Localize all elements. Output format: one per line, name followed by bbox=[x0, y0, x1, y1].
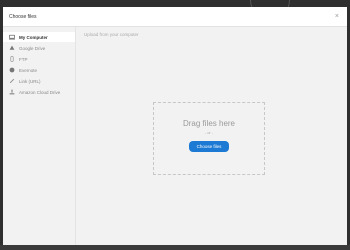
dialog-body: My Computer Google Drive FTP Evernote Li… bbox=[3, 27, 347, 250]
evernote-icon bbox=[8, 67, 15, 74]
close-button[interactable]: × bbox=[335, 13, 339, 20]
file-picker-dialog: Choose files × My Computer Google Drive bbox=[3, 7, 347, 250]
source-sidebar: My Computer Google Drive FTP Evernote Li… bbox=[3, 27, 76, 250]
sidebar-item-label: Link (URL) bbox=[19, 78, 41, 84]
sidebar-item-label: FTP bbox=[19, 56, 28, 62]
sidebar-item-link-url[interactable]: Link (URL) bbox=[3, 76, 75, 86]
choose-files-button[interactable]: Choose files bbox=[188, 141, 230, 152]
or-separator: - or - bbox=[204, 130, 214, 135]
sidebar-item-ftp[interactable]: FTP bbox=[3, 54, 75, 64]
google-drive-icon bbox=[8, 45, 15, 52]
sidebar-item-amazon-cloud-drive[interactable]: Amazon Cloud Drive bbox=[3, 87, 75, 97]
sidebar-item-label: Evernote bbox=[19, 67, 38, 73]
sidebar-item-google-drive[interactable]: Google Drive bbox=[3, 43, 75, 53]
upload-panel: Upload from your computer Drag files her… bbox=[76, 27, 347, 250]
sidebar-item-label: Google Drive bbox=[19, 45, 46, 51]
drop-zone[interactable]: Drag files here - or - Choose files bbox=[153, 102, 265, 175]
sidebar-item-my-computer[interactable]: My Computer bbox=[3, 32, 75, 42]
ftp-icon bbox=[8, 56, 15, 63]
sidebar-item-evernote[interactable]: Evernote bbox=[3, 65, 75, 75]
amazon-cloud-drive-icon bbox=[8, 89, 15, 96]
dialog-title: Choose files bbox=[9, 13, 37, 20]
page-bottom-bar bbox=[0, 245, 350, 250]
panel-subtitle: Upload from your computer bbox=[84, 32, 139, 37]
sidebar-item-label: Amazon Cloud Drive bbox=[19, 89, 61, 95]
computer-icon bbox=[8, 34, 15, 41]
dialog-header: Choose files × bbox=[3, 7, 347, 27]
link-icon bbox=[8, 78, 15, 85]
sidebar-item-label: My Computer bbox=[19, 34, 48, 40]
drop-zone-text: Drag files here bbox=[182, 119, 236, 128]
